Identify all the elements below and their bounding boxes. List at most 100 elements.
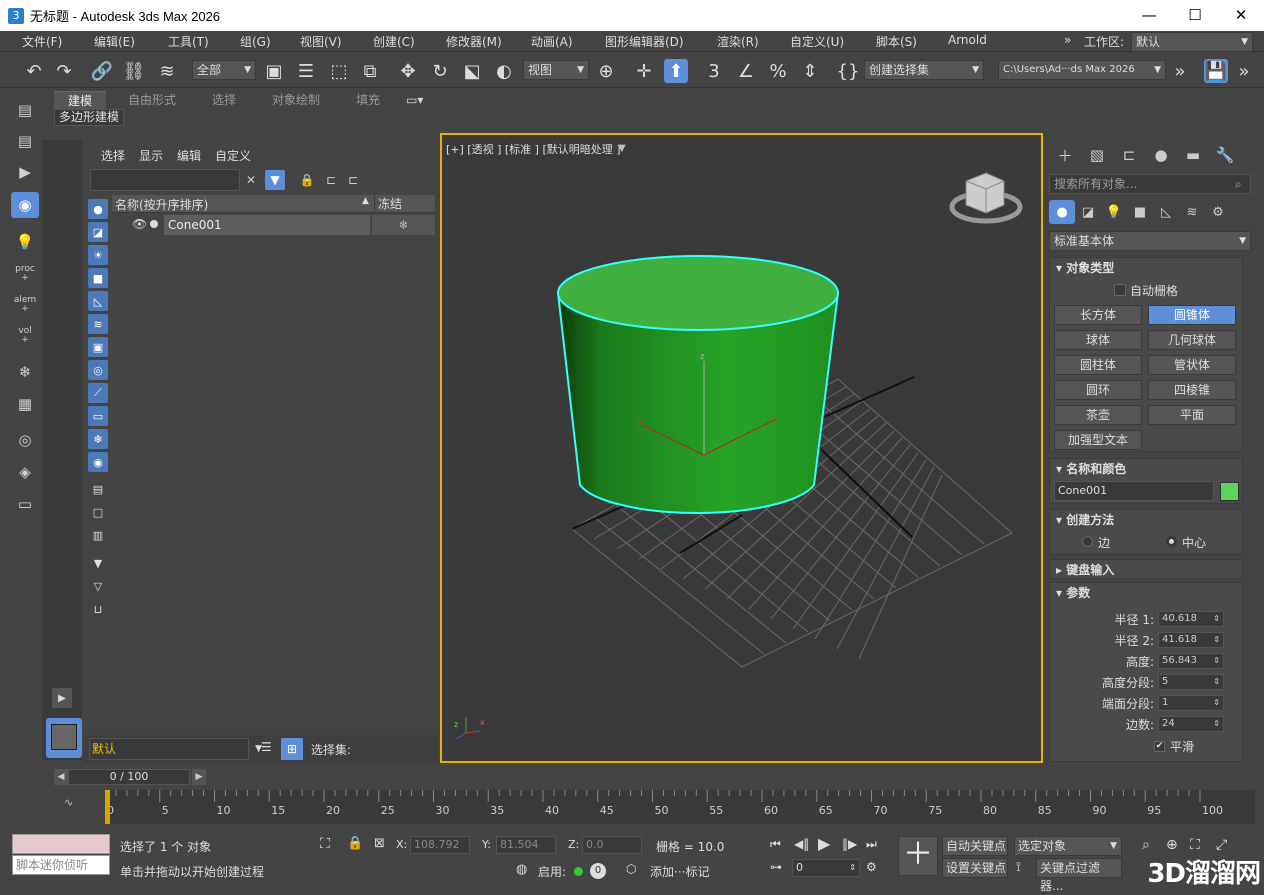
groups-filter-icon[interactable]: ▣ (88, 337, 108, 357)
toolbar-overflow-icon[interactable]: » (1232, 59, 1256, 83)
lights-filter-icon[interactable]: ☀ (88, 245, 108, 265)
lock-icon[interactable]: 🔒 (297, 170, 317, 190)
auto-key-button[interactable]: 自动关键点 (942, 836, 1008, 856)
adaptive-degradation-icon[interactable]: ◍ (516, 862, 527, 877)
display-none-icon[interactable]: □ (88, 502, 108, 522)
vol-icon[interactable]: vol + (11, 323, 39, 349)
teapot-button[interactable]: 茶壶 (1054, 405, 1142, 425)
xrefs-filter-icon[interactable]: ◎ (88, 360, 108, 380)
layer-icon[interactable]: ▦ (11, 391, 39, 417)
render-setup-icon[interactable]: ▶ (11, 159, 39, 185)
tube-button[interactable]: 管状体 (1148, 355, 1236, 375)
radius2-spinner[interactable]: 41.618 ⇕ (1158, 632, 1224, 648)
object-color-swatch[interactable] (1220, 482, 1239, 501)
containers-filter-icon[interactable]: ▭ (88, 406, 108, 426)
menu-edit[interactable]: 编辑(E) (94, 33, 135, 50)
hierarchy-icon[interactable]: ▭ (11, 491, 39, 517)
utilities-tab-icon[interactable]: 🔧 (1209, 142, 1241, 168)
keyboard-shortcut-toggle-icon[interactable]: ⬆ (664, 59, 688, 83)
material-icon[interactable]: ◎ (11, 427, 39, 453)
sphere-button[interactable]: 球体 (1054, 330, 1142, 350)
set-key-button[interactable]: 设置关键点 (942, 858, 1008, 878)
menu-customize[interactable]: 自定义(U) (790, 33, 844, 50)
next-frame-icon[interactable]: ▶ (192, 769, 206, 785)
window-crossing-icon[interactable]: ⧉ (358, 59, 382, 83)
geosphere-button[interactable]: 几何球体 (1148, 330, 1236, 350)
time-config-icon[interactable]: ⚙ (866, 860, 877, 874)
named-selection-select[interactable]: 创建选择集 ▼ (864, 60, 984, 80)
rect-selection-icon[interactable]: ⬚ (327, 59, 351, 83)
display-invert-icon[interactable]: ▥ (88, 525, 108, 545)
zoom-icon[interactable]: ⌕ (1142, 837, 1150, 853)
bind-spacewarp-icon[interactable]: ≋ (155, 59, 179, 83)
track-bar[interactable]: 0 5 10 15 20 25 30 35 40 45 50 55 60 65 70 75 80 85 90 95 10… (104, 790, 1255, 824)
menu-rendering[interactable]: 渲染(R) (717, 33, 759, 50)
ribbon-options-icon[interactable]: ▭▾ (402, 91, 427, 109)
freeze-icon[interactable]: ❄ (372, 215, 435, 235)
menu-views[interactable]: 视图(V) (300, 33, 342, 50)
workspace-select[interactable]: 默认 ▼ (1131, 32, 1253, 52)
named-selection-icon[interactable]: {} (836, 59, 860, 83)
hidden-filter-icon[interactable]: ◉ (88, 452, 108, 472)
toolbar-more-icon[interactable]: » (1168, 59, 1192, 83)
helpers-filter-icon[interactable]: ◺ (88, 291, 108, 311)
prev-key-icon[interactable]: ◀‖ (794, 837, 809, 851)
place-icon[interactable]: ◐ (492, 59, 516, 83)
scale-icon[interactable]: ⬕ (460, 59, 484, 83)
current-frame-field[interactable]: 0 ⇕ (792, 859, 860, 877)
menu-group[interactable]: 组(G) (240, 33, 271, 50)
display-tab-icon[interactable]: ▬ (1177, 142, 1209, 168)
ribbon-tab-selection[interactable]: 选择 (198, 91, 250, 109)
smooth-checkbox[interactable]: ✔ (1154, 741, 1165, 752)
perspective-viewport[interactable]: [+] [透视 ] [标准 ] [默认明暗处理 ] ▼ z x x z x (440, 133, 1043, 763)
spacewarps-filter-icon[interactable]: ≋ (88, 314, 108, 334)
object-name[interactable]: Cone001 (164, 215, 370, 235)
ribbon-tab-modeling[interactable]: 建模 (54, 91, 107, 109)
rollout-parameters-header[interactable]: ▾ 参数 (1050, 583, 1242, 603)
key-filters-button[interactable]: 关键点过滤器... (1036, 858, 1122, 893)
menu-scripting[interactable]: 脚本(S) (876, 33, 917, 50)
cone-button[interactable]: 圆锥体 (1148, 305, 1236, 325)
percent-snap-icon[interactable]: % (766, 59, 790, 83)
environment-icon[interactable]: ◈ (11, 459, 39, 485)
sides-spinner[interactable]: 24 ⇕ (1158, 716, 1224, 732)
textplus-button[interactable]: 加强型文本 (1054, 430, 1142, 450)
select-manipulate-icon[interactable]: ✛ (632, 59, 656, 83)
menu-modifiers[interactable]: 修改器(M) (446, 33, 502, 50)
curve-editor-icon[interactable]: ∿ (64, 796, 73, 809)
alem-icon[interactable]: alem + (11, 292, 39, 318)
pyramid-button[interactable]: 四棱锥 (1148, 380, 1236, 400)
time-tag-icon[interactable]: 0 (590, 863, 606, 879)
light-icon[interactable]: 💡 (11, 229, 39, 255)
scene-explorer-icon[interactable]: ◉ (11, 192, 39, 218)
link-icon[interactable]: 🔗 (90, 59, 114, 83)
rollout-creation-method-header[interactable]: ▾ 创建方法 (1050, 510, 1242, 530)
y-coordinate-field[interactable]: 81.504 (496, 836, 556, 854)
rollout-keyboard-entry-header[interactable]: ▸ 键盘输入 (1050, 560, 1242, 580)
menu-animation[interactable]: 动画(A) (531, 33, 573, 50)
ribbon-tab-object-paint[interactable]: 对象绘制 (258, 91, 334, 109)
isolate-selection-icon[interactable]: ⛶ (320, 836, 330, 852)
display-all-icon[interactable]: ▤ (88, 479, 108, 499)
scene-search-input[interactable] (90, 169, 240, 191)
geometry-filter-icon[interactable]: ● (88, 199, 108, 219)
rotate-icon[interactable]: ↻ (428, 59, 452, 83)
play-icon[interactable]: ▶ (818, 834, 830, 853)
hierarchy-collapse-icon[interactable]: ⊏ (343, 170, 363, 190)
close-button[interactable]: ✕ (1218, 0, 1264, 31)
time-slider[interactable]: 0 / 100 (68, 769, 190, 785)
radius1-spinner[interactable]: 40.618 ⇕ (1158, 611, 1224, 627)
motion-tab-icon[interactable]: ● (1145, 142, 1177, 168)
menu-more-icon[interactable]: » (1064, 33, 1071, 47)
next-key-icon[interactable]: ‖▶ (842, 837, 857, 851)
snaps-toggle-icon[interactable]: 3 (702, 59, 726, 83)
scene-menu-edit[interactable]: 编辑 (177, 147, 201, 164)
redo-icon[interactable]: ↷ (52, 59, 76, 83)
scene-menu-select[interactable]: 选择 (101, 147, 125, 164)
rollout-object-type-header[interactable]: ▾ 对象类型 (1050, 258, 1242, 278)
systems-category-icon[interactable]: ⚙ (1205, 200, 1231, 224)
cameras-category-icon[interactable]: ■ (1127, 200, 1153, 224)
absolute-mode-icon[interactable]: ⊠ (374, 836, 385, 851)
maxscript-listener-input[interactable] (12, 834, 110, 854)
lights-category-icon[interactable]: 💡 (1101, 200, 1127, 224)
